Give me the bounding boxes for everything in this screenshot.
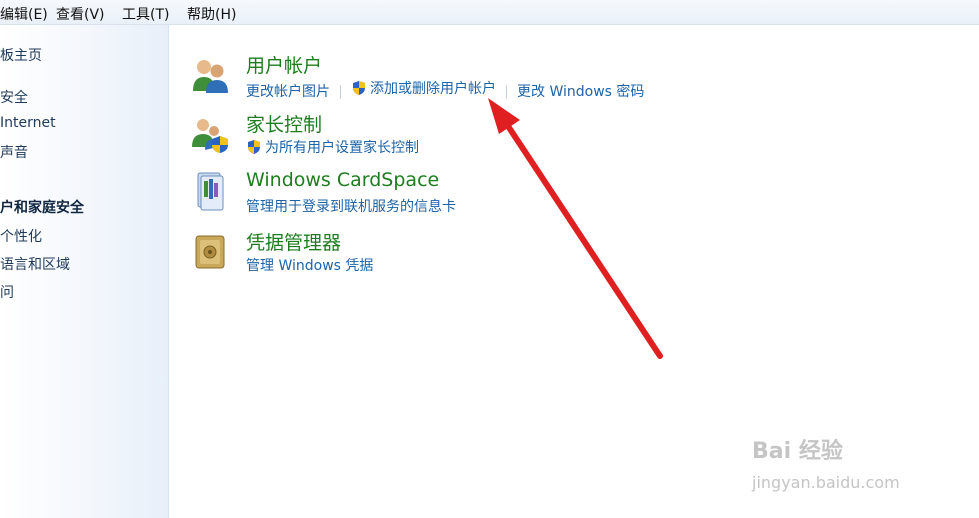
sidebar-item-language-region[interactable]: 语言和区域 [0,254,70,274]
baidu-watermark: Bai 经验 jingyan.baidu.com [752,425,942,495]
sidebar-item-home[interactable]: 板主页 [0,45,42,65]
sidebar-item-internet[interactable]: Internet [0,115,56,131]
sidebar-item-user-family-safety[interactable]: 户和家庭安全 [0,197,84,217]
uac-shield-icon [248,140,260,154]
category-title[interactable]: 用户帐户 [246,51,322,78]
link-set-parental-controls[interactable]: 为所有用户设置家长控制 [246,137,419,157]
credential-manager-icon [195,235,225,269]
link-manage-windows-credentials[interactable]: 管理 Windows 凭据 [246,255,373,275]
watermark-brand: Bai 经验 [752,439,843,464]
menu-bar: 编辑(E) 查看(V) 工具(T) 帮助(H) [0,0,979,25]
parental-controls-icon [192,119,228,153]
cardspace-icon [197,172,224,211]
sidebar-item-security[interactable]: 安全 [0,87,28,107]
menu-view[interactable]: 查看(V) [56,4,105,24]
sidebar: 板主页 安全 Internet 声音 户和家庭安全 个性化 语言和区域 问 [0,25,169,518]
separator [506,85,507,99]
sidebar-item-sound[interactable]: 声音 [0,142,28,162]
menu-help[interactable]: 帮助(H) [187,4,236,24]
link-add-remove-accounts[interactable]: 添加或删除用户帐户 [351,78,496,98]
menu-tools[interactable]: 工具(T) [122,4,169,24]
link-manage-info-cards[interactable]: 管理用于登录到联机服务的信息卡 [246,196,456,216]
link-change-account-picture[interactable]: 更改帐户图片 [246,81,330,101]
menu-edit[interactable]: 编辑(E) [0,4,48,24]
category-title[interactable]: Windows CardSpace [246,169,439,191]
link-change-windows-password[interactable]: 更改 Windows 密码 [517,81,644,101]
category-title[interactable]: 家长控制 [246,110,322,137]
sidebar-item-ease-of-access[interactable]: 问 [0,282,14,302]
uac-shield-icon [353,81,365,95]
user-accounts-icon [193,60,228,93]
sidebar-item-personalization[interactable]: 个性化 [0,226,42,246]
watermark-url: jingyan.baidu.com [752,473,900,492]
category-title[interactable]: 凭据管理器 [246,228,341,255]
separator [340,85,341,99]
